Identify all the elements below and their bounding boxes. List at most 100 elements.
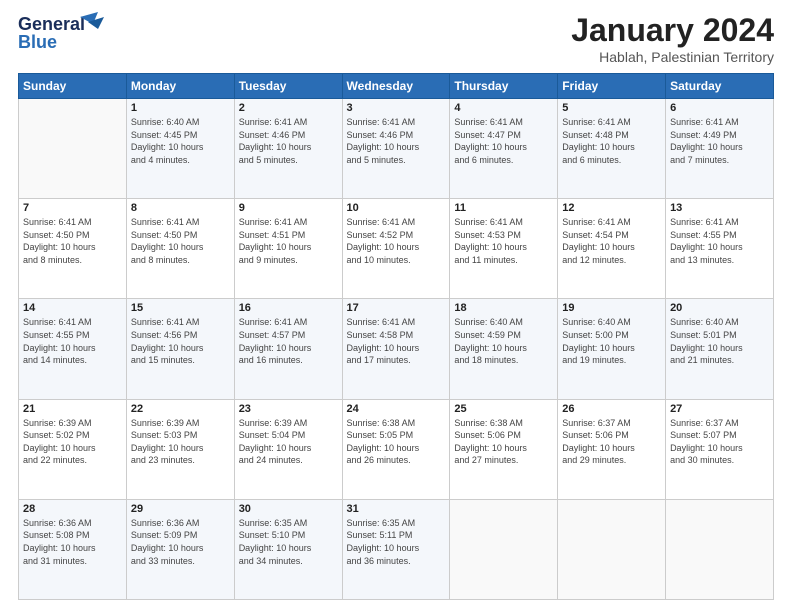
calendar-cell: 12 Sunrise: 6:41 AM Sunset: 4:54 PM Dayli…	[558, 199, 666, 299]
day-number: 30	[239, 503, 338, 515]
day-number: 21	[23, 403, 122, 415]
day-of-week-header: Friday	[558, 74, 666, 99]
day-info: Sunrise: 6:40 AM Sunset: 4:45 PM Dayligh…	[131, 116, 230, 166]
day-number: 13	[670, 202, 769, 214]
day-info: Sunrise: 6:40 AM Sunset: 5:00 PM Dayligh…	[562, 316, 661, 366]
day-info: Sunrise: 6:41 AM Sunset: 4:55 PM Dayligh…	[670, 216, 769, 266]
calendar-cell: 16 Sunrise: 6:41 AM Sunset: 4:57 PM Dayli…	[234, 299, 342, 399]
day-number: 5	[562, 102, 661, 114]
day-info: Sunrise: 6:37 AM Sunset: 5:07 PM Dayligh…	[670, 417, 769, 467]
svg-text:General: General	[18, 14, 85, 34]
calendar-table: SundayMondayTuesdayWednesdayThursdayFrid…	[18, 73, 774, 600]
header: GeneralBlue January 2024 Hablah, Palesti…	[18, 12, 774, 65]
calendar-week-row: 7 Sunrise: 6:41 AM Sunset: 4:50 PM Daylig…	[19, 199, 774, 299]
day-info: Sunrise: 6:41 AM Sunset: 4:57 PM Dayligh…	[239, 316, 338, 366]
logo: GeneralBlue	[18, 12, 108, 54]
day-info: Sunrise: 6:38 AM Sunset: 5:05 PM Dayligh…	[347, 417, 446, 467]
calendar-cell: 20 Sunrise: 6:40 AM Sunset: 5:01 PM Dayli…	[666, 299, 774, 399]
calendar-cell: 27 Sunrise: 6:37 AM Sunset: 5:07 PM Dayli…	[666, 399, 774, 499]
day-number: 12	[562, 202, 661, 214]
day-info: Sunrise: 6:41 AM Sunset: 4:56 PM Dayligh…	[131, 316, 230, 366]
day-number: 22	[131, 403, 230, 415]
day-number: 20	[670, 302, 769, 314]
calendar-cell	[558, 499, 666, 599]
calendar-cell: 4 Sunrise: 6:41 AM Sunset: 4:47 PM Daylig…	[450, 99, 558, 199]
calendar-cell: 28Sunrise: 6:36 AM Sunset: 5:08 PM Dayli…	[19, 499, 127, 599]
calendar-cell: 9 Sunrise: 6:41 AM Sunset: 4:51 PM Daylig…	[234, 199, 342, 299]
month-title: January 2024	[571, 12, 774, 49]
calendar-header-row: SundayMondayTuesdayWednesdayThursdayFrid…	[19, 74, 774, 99]
calendar-cell: 31Sunrise: 6:35 AM Sunset: 5:11 PM Dayli…	[342, 499, 450, 599]
calendar-cell: 3Sunrise: 6:41 AM Sunset: 4:46 PM Daylig…	[342, 99, 450, 199]
day-info: Sunrise: 6:39 AM Sunset: 5:04 PM Dayligh…	[239, 417, 338, 467]
day-number: 4	[454, 102, 553, 114]
day-info: Sunrise: 6:39 AM Sunset: 5:03 PM Dayligh…	[131, 417, 230, 467]
calendar-week-row: 21Sunrise: 6:39 AM Sunset: 5:02 PM Dayli…	[19, 399, 774, 499]
day-of-week-header: Saturday	[666, 74, 774, 99]
day-number: 10	[347, 202, 446, 214]
day-number: 24	[347, 403, 446, 415]
day-of-week-header: Tuesday	[234, 74, 342, 99]
svg-text:Blue: Blue	[18, 32, 57, 52]
calendar-cell: 7Sunrise: 6:41 AM Sunset: 4:50 PM Daylig…	[19, 199, 127, 299]
calendar-cell: 17 Sunrise: 6:41 AM Sunset: 4:58 PM Dayli…	[342, 299, 450, 399]
day-number: 23	[239, 403, 338, 415]
calendar-week-row: 28Sunrise: 6:36 AM Sunset: 5:08 PM Dayli…	[19, 499, 774, 599]
calendar-cell: 24 Sunrise: 6:38 AM Sunset: 5:05 PM Dayli…	[342, 399, 450, 499]
day-of-week-header: Thursday	[450, 74, 558, 99]
day-number: 7	[23, 202, 122, 214]
day-info: Sunrise: 6:41 AM Sunset: 4:54 PM Dayligh…	[562, 216, 661, 266]
calendar-cell: 18 Sunrise: 6:40 AM Sunset: 4:59 PM Dayli…	[450, 299, 558, 399]
calendar-cell: 15 Sunrise: 6:41 AM Sunset: 4:56 PM Dayli…	[126, 299, 234, 399]
day-number: 16	[239, 302, 338, 314]
day-info: Sunrise: 6:36 AM Sunset: 5:08 PM Dayligh…	[23, 517, 122, 567]
calendar-cell: 21Sunrise: 6:39 AM Sunset: 5:02 PM Dayli…	[19, 399, 127, 499]
calendar-cell: 6 Sunrise: 6:41 AM Sunset: 4:49 PM Daylig…	[666, 99, 774, 199]
calendar-cell: 25 Sunrise: 6:38 AM Sunset: 5:06 PM Dayli…	[450, 399, 558, 499]
day-info: Sunrise: 6:41 AM Sunset: 4:58 PM Dayligh…	[347, 316, 446, 366]
day-number: 18	[454, 302, 553, 314]
calendar-cell: 5Sunrise: 6:41 AM Sunset: 4:48 PM Daylig…	[558, 99, 666, 199]
day-number: 25	[454, 403, 553, 415]
day-info: Sunrise: 6:41 AM Sunset: 4:49 PM Dayligh…	[670, 116, 769, 166]
day-number: 26	[562, 403, 661, 415]
calendar-week-row: 1 Sunrise: 6:40 AM Sunset: 4:45 PM Daylig…	[19, 99, 774, 199]
day-of-week-header: Sunday	[19, 74, 127, 99]
title-block: January 2024 Hablah, Palestinian Territo…	[571, 12, 774, 65]
day-number: 6	[670, 102, 769, 114]
day-info: Sunrise: 6:35 AM Sunset: 5:10 PM Dayligh…	[239, 517, 338, 567]
day-number: 3	[347, 102, 446, 114]
day-number: 15	[131, 302, 230, 314]
calendar-cell: 2Sunrise: 6:41 AM Sunset: 4:46 PM Daylig…	[234, 99, 342, 199]
location: Hablah, Palestinian Territory	[571, 49, 774, 65]
day-info: Sunrise: 6:35 AM Sunset: 5:11 PM Dayligh…	[347, 517, 446, 567]
calendar-cell: 11Sunrise: 6:41 AM Sunset: 4:53 PM Dayli…	[450, 199, 558, 299]
calendar-cell: 29Sunrise: 6:36 AM Sunset: 5:09 PM Dayli…	[126, 499, 234, 599]
day-info: Sunrise: 6:40 AM Sunset: 4:59 PM Dayligh…	[454, 316, 553, 366]
day-info: Sunrise: 6:38 AM Sunset: 5:06 PM Dayligh…	[454, 417, 553, 467]
day-number: 1	[131, 102, 230, 114]
logo-svg: GeneralBlue	[18, 12, 108, 54]
calendar-cell: 26 Sunrise: 6:37 AM Sunset: 5:06 PM Dayli…	[558, 399, 666, 499]
day-number: 27	[670, 403, 769, 415]
day-info: Sunrise: 6:40 AM Sunset: 5:01 PM Dayligh…	[670, 316, 769, 366]
day-info: Sunrise: 6:41 AM Sunset: 4:55 PM Dayligh…	[23, 316, 122, 366]
day-info: Sunrise: 6:41 AM Sunset: 4:47 PM Dayligh…	[454, 116, 553, 166]
day-info: Sunrise: 6:41 AM Sunset: 4:50 PM Dayligh…	[131, 216, 230, 266]
day-number: 17	[347, 302, 446, 314]
calendar-cell: 10Sunrise: 6:41 AM Sunset: 4:52 PM Dayli…	[342, 199, 450, 299]
day-info: Sunrise: 6:41 AM Sunset: 4:51 PM Dayligh…	[239, 216, 338, 266]
calendar-cell: 13 Sunrise: 6:41 AM Sunset: 4:55 PM Dayli…	[666, 199, 774, 299]
day-number: 29	[131, 503, 230, 515]
day-number: 8	[131, 202, 230, 214]
day-of-week-header: Wednesday	[342, 74, 450, 99]
day-number: 9	[239, 202, 338, 214]
calendar-cell: 8 Sunrise: 6:41 AM Sunset: 4:50 PM Daylig…	[126, 199, 234, 299]
day-info: Sunrise: 6:37 AM Sunset: 5:06 PM Dayligh…	[562, 417, 661, 467]
calendar-cell	[450, 499, 558, 599]
day-of-week-header: Monday	[126, 74, 234, 99]
calendar-cell: 19Sunrise: 6:40 AM Sunset: 5:00 PM Dayli…	[558, 299, 666, 399]
calendar-cell: 14Sunrise: 6:41 AM Sunset: 4:55 PM Dayli…	[19, 299, 127, 399]
day-info: Sunrise: 6:41 AM Sunset: 4:53 PM Dayligh…	[454, 216, 553, 266]
calendar-week-row: 14Sunrise: 6:41 AM Sunset: 4:55 PM Dayli…	[19, 299, 774, 399]
